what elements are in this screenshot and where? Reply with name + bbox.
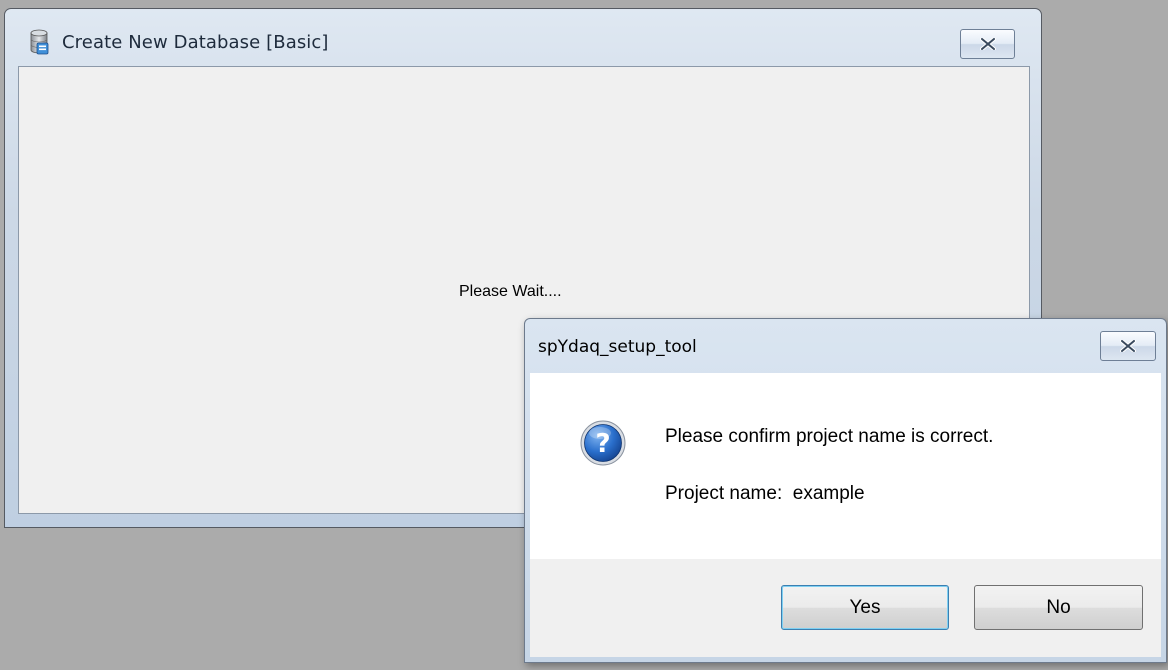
confirm-dialog: spYdaq_setup_tool ? Please confirm proje… [524,318,1167,663]
close-icon [979,38,996,50]
database-icon [30,29,49,55]
dialog-close-button[interactable] [1100,331,1156,361]
no-button[interactable]: No [974,585,1143,630]
dialog-message-area: ? Please confirm project name is correct… [530,373,1161,559]
title-bar[interactable]: Create New Database [Basic] [5,9,1041,67]
close-icon [1120,340,1136,352]
window-title: Create New Database [Basic] [62,32,329,53]
question-icon: ? [580,420,626,466]
dialog-button-bar: Yes No [530,559,1161,657]
project-name-text: Project name: example [665,483,865,504]
dialog-title: spYdaq_setup_tool [538,337,697,357]
close-button[interactable] [960,29,1015,59]
status-text: Please Wait.... [459,283,562,300]
confirm-message: Please confirm project name is correct. [665,426,994,447]
yes-button[interactable]: Yes [781,585,949,630]
svg-text:?: ? [595,429,610,459]
